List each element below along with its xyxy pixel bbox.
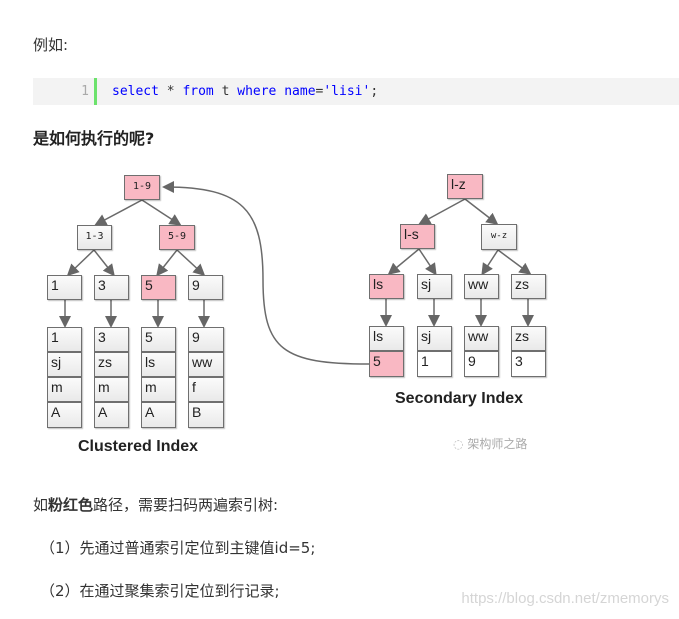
token-semicolon: ; (370, 84, 379, 99)
row-cell: A (94, 402, 129, 428)
watermark-text: 架构师之路 (467, 437, 528, 451)
clustered-leaf-node: 9 (188, 275, 223, 300)
line-number: 1 (81, 84, 89, 99)
edge (94, 199, 143, 226)
row-cell: 9 (188, 327, 224, 352)
row-cell: ls (141, 352, 176, 377)
code-block: 1 select * from t where name='lisi'; (33, 78, 679, 105)
row-cell: 1 (47, 327, 82, 352)
row-cell: m (47, 377, 82, 402)
secondary-row-pk: 9 (464, 351, 499, 377)
row-cell: 5 (141, 327, 176, 352)
clustered-leaf-node: 5 (141, 275, 176, 300)
clustered-index-caption: Clustered Index (78, 438, 199, 455)
site-watermark: https://blog.csdn.net/zmemorys (461, 590, 669, 607)
step-item: （1）先通过普通索引定位到主键值id=5; (40, 539, 316, 557)
clustered-internal-node: 5-9 (159, 225, 195, 250)
summary-bold: 粉红色 (48, 496, 94, 514)
index-diagram: 1-9 1-3 5-9 1 3 5 9 1 sj m A 3 zs m A 5 … (33, 160, 563, 470)
edge (481, 249, 499, 276)
row-cell: A (47, 402, 82, 428)
intro-text: 例如: (33, 36, 69, 54)
step-item: （2）在通过聚集索引定位到行记录; (40, 582, 280, 600)
edge (66, 249, 95, 277)
secondary-leaf-node: ls (369, 274, 404, 299)
token-star: * (158, 84, 183, 99)
clustered-root-node: 1-9 (124, 175, 160, 200)
keyword-where: where (237, 84, 277, 99)
secondary-row-pk: 1 (417, 351, 452, 377)
edge (93, 249, 115, 277)
summary-prefix: 如 (33, 496, 49, 514)
edge (464, 198, 499, 225)
row-cell: zs (94, 352, 129, 377)
edge (176, 249, 206, 277)
secondary-root-node: l-z (447, 174, 483, 199)
row-cell: A (141, 402, 176, 428)
clustered-internal-node: 1-3 (77, 225, 112, 250)
secondary-index-caption: Secondary Index (395, 390, 524, 407)
watermark: ◌ 架构师之路 (453, 435, 527, 452)
code-line: select * from t where name='lisi'; (112, 78, 378, 105)
section-heading: 是如何执行的呢? (33, 129, 155, 148)
row-cell: m (141, 377, 176, 402)
summary-text: 如粉红色路径，需要扫码两遍索引树: (33, 494, 278, 516)
secondary-row-pk: 5 (369, 351, 404, 377)
keyword-from: from (182, 84, 214, 99)
edge (418, 248, 437, 276)
string-literal: 'lisi' (323, 84, 371, 99)
row-cell: B (188, 402, 224, 428)
secondary-row-pk: 3 (511, 351, 546, 377)
edge (418, 198, 466, 225)
clustered-leaf-node: 1 (47, 275, 82, 300)
row-cell: sj (47, 352, 82, 377)
secondary-row-key: sj (417, 326, 452, 351)
row-cell: 3 (94, 327, 129, 352)
wechat-icon: ◌ (453, 437, 464, 451)
token-column: name (284, 84, 316, 99)
edge (387, 248, 420, 275)
secondary-leaf-node: ww (464, 274, 499, 299)
token-table: t (213, 84, 238, 99)
clustered-leaf-node: 3 (94, 275, 129, 300)
secondary-row-key: ls (369, 326, 404, 351)
secondary-leaf-node: zs (511, 274, 546, 299)
summary-suffix: 路径，需要扫码两遍索引树: (93, 496, 279, 514)
secondary-row-key: zs (511, 326, 546, 351)
keyword-select: select (112, 84, 159, 99)
row-cell: ww (188, 352, 224, 377)
secondary-row-key: ww (464, 326, 499, 351)
edge (497, 249, 532, 275)
row-cell: f (188, 377, 224, 402)
edge (156, 249, 178, 277)
secondary-internal-node: l-s (400, 224, 435, 249)
secondary-leaf-node: sj (417, 274, 452, 299)
row-cell: m (94, 377, 129, 402)
edge (141, 199, 182, 226)
secondary-internal-node: w-z (481, 224, 517, 250)
code-gutter-bar (94, 78, 97, 105)
